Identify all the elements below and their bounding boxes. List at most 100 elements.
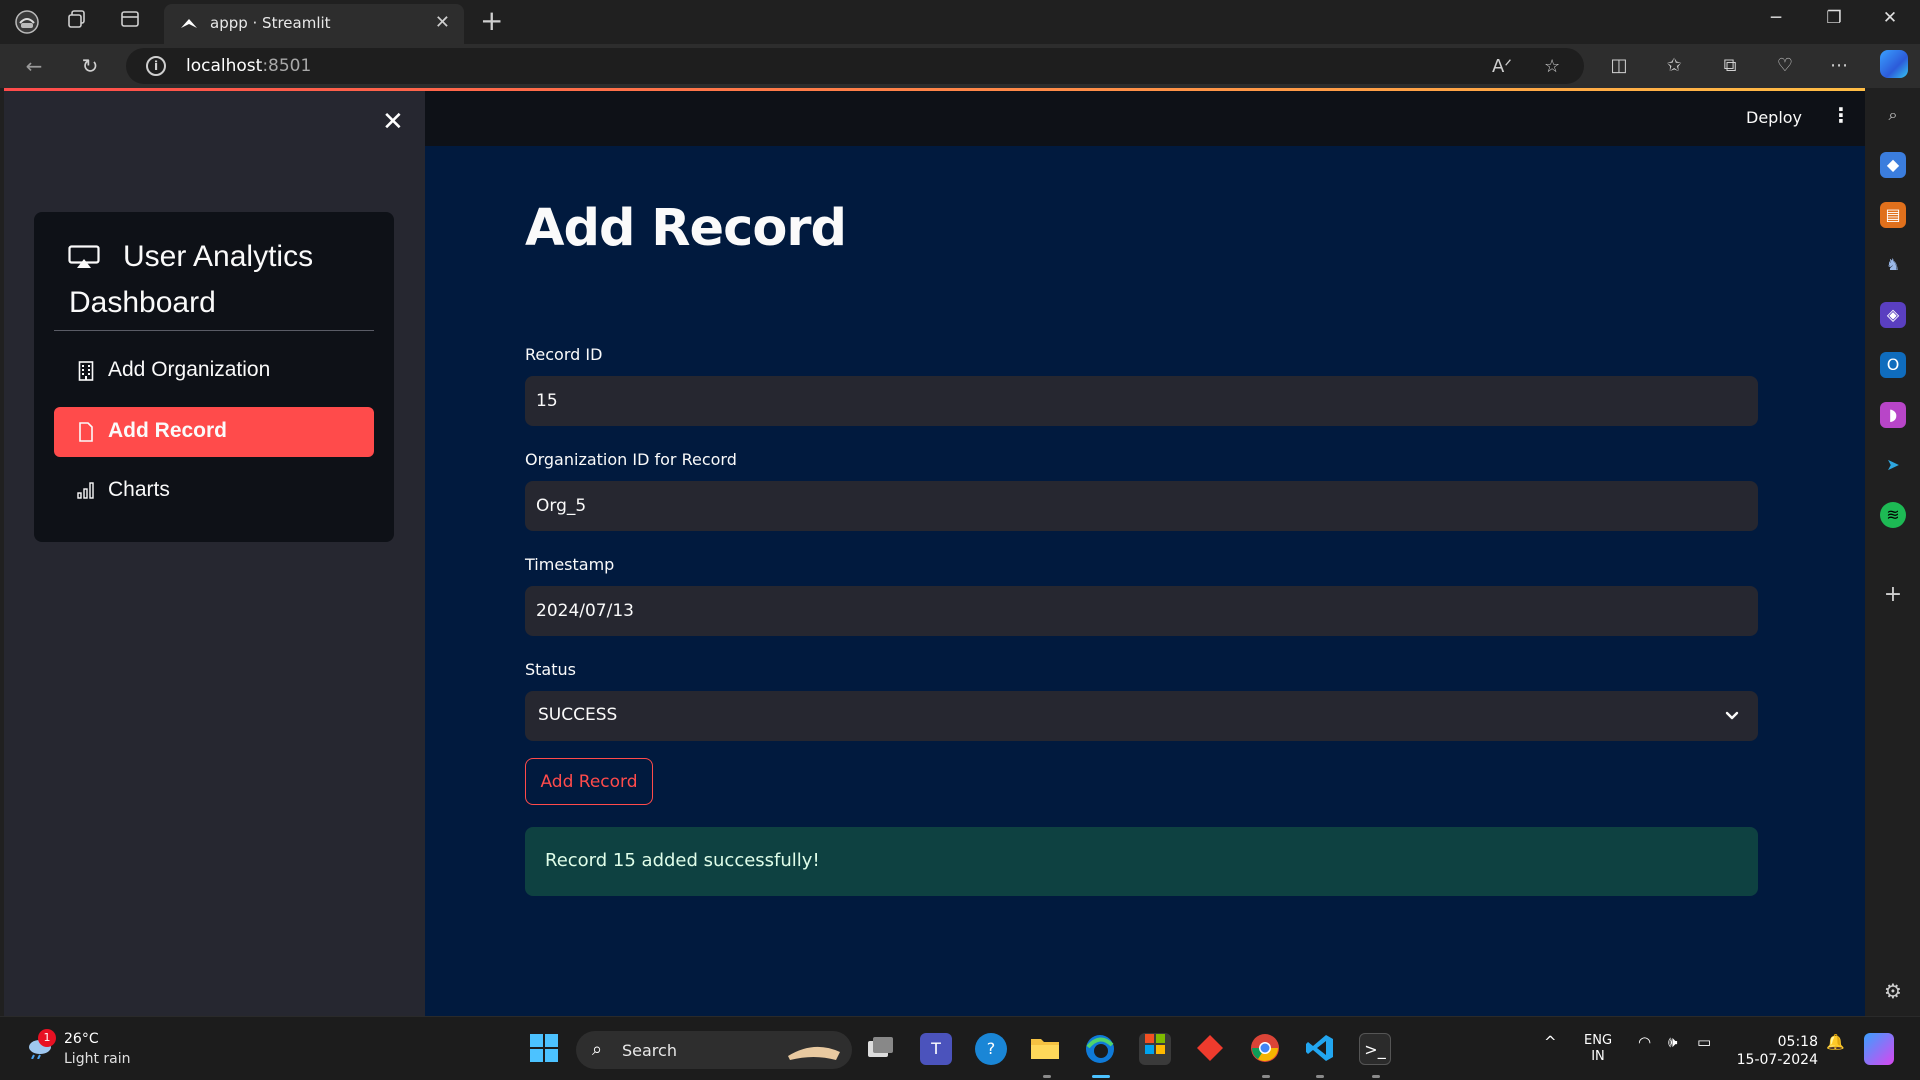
nav-item-add-organization[interactable]: Add Organization [54,346,374,396]
restore-icon[interactable]: ❐ [1822,8,1846,28]
anydesk-icon[interactable] [1194,1033,1226,1065]
status-label: Status [525,660,576,679]
battery-icon[interactable]: ▭ [1697,1033,1711,1051]
refresh-icon[interactable]: ↻ [76,52,104,80]
designer-icon[interactable]: ◗ [1880,402,1906,428]
chrome-icon[interactable] [1249,1033,1281,1065]
running-indicator [1043,1075,1051,1078]
running-indicator [1316,1075,1324,1078]
add-record-button[interactable]: Add Record [525,758,653,805]
search-highlight-icon [788,1046,840,1060]
chevron-down-icon [1725,711,1739,720]
system-clock[interactable]: 05:18 15-07-2024 [1736,1033,1818,1069]
nav-item-label: Add Record [108,419,228,442]
back-icon[interactable]: ← [20,52,48,80]
success-alert: Record 15 added successfully! [525,827,1758,896]
main-menu-icon[interactable]: ⋮ [1831,105,1851,125]
status-selected-value: SUCCESS [538,705,618,725]
chevron-up-icon[interactable]: ^ [1544,1033,1557,1051]
nav-item-charts[interactable]: Charts [54,466,374,516]
tools-icon[interactable]: ▤ [1880,202,1906,228]
sidebar-close-icon[interactable]: ✕ [382,109,404,135]
nav-item-label: Charts [108,478,170,501]
status-select[interactable]: SUCCESS [525,691,1758,741]
browser-toolbar: ← ↻ i localhost:8501 Aᐟ ☆ ◫ ✩ ⧉ ♡ ⋯ [0,44,1920,88]
language-indicator[interactable]: ENG IN [1584,1033,1612,1065]
bar-chart-icon [76,481,96,501]
vertical-tabs-icon[interactable] [117,9,143,35]
favorite-star-icon[interactable]: ☆ [1544,56,1560,77]
active-app-indicator [1092,1075,1110,1078]
file-explorer-icon[interactable] [1029,1033,1061,1065]
tab-title: appp · Streamlit [210,14,331,32]
microsoft-store-icon[interactable] [1139,1033,1171,1065]
read-aloud-icon[interactable]: Aᐟ [1492,56,1512,77]
record-id-label: Record ID [525,345,603,364]
browser-tab-active[interactable]: appp · Streamlit ✕ [164,4,464,44]
more-options-icon[interactable]: ⋯ [1826,53,1852,79]
site-info-icon[interactable]: i [146,56,166,76]
copilot-sidebar-icon[interactable]: ◈ [1880,302,1906,328]
telegram-icon[interactable]: ➤ [1880,452,1906,478]
streamlit-main: Deploy ⋮ Add Record Record ID Organizati… [425,91,1865,1016]
windows-start-icon[interactable] [528,1033,560,1065]
window-close-icon[interactable]: ✕ [1878,8,1902,28]
taskbar-search-box[interactable]: ⌕ Search [576,1031,852,1069]
volume-icon[interactable]: 🕪 [1668,1033,1677,1051]
organization-id-label: Organization ID for Record [525,450,737,469]
outlook-icon[interactable]: O [1880,352,1906,378]
terminal-icon[interactable]: >_ [1359,1033,1391,1065]
windows-taskbar: 1 26°C Light rain ⌕ Search T ? >_ ^ ENG I… [0,1016,1920,1080]
vscode-icon[interactable] [1304,1033,1336,1065]
url-text: localhost:8501 [186,56,312,76]
web-viewport: ✕ User Analytics Dashboard Add Organizat… [4,88,1865,1016]
wifi-icon[interactable]: ◠ [1638,1033,1651,1051]
help-icon[interactable]: ? [975,1033,1007,1065]
shopping-tag-icon[interactable]: ◆ [1880,152,1906,178]
browser-essentials-icon[interactable]: ♡ [1772,53,1798,79]
deploy-button[interactable]: Deploy [1746,108,1802,127]
profile-icon[interactable] [14,9,40,35]
running-indicator [1372,1075,1380,1078]
favorites-icon[interactable]: ✩ [1661,53,1687,79]
streamlit-header: Deploy ⋮ [425,91,1865,146]
browser-tab-strip: appp · Streamlit ✕ + ─ ❐ ✕ [0,0,1920,44]
spotify-icon[interactable]: ≋ [1880,502,1906,528]
minimize-icon[interactable]: ─ [1764,8,1788,28]
new-tab-icon[interactable]: + [480,6,503,36]
games-icon[interactable]: ♞ [1880,252,1906,278]
streamlit-favicon-icon [181,19,197,28]
app-title: User Analytics Dashboard [69,240,314,319]
workspaces-icon[interactable] [64,9,90,35]
weather-condition[interactable]: Light rain [64,1051,131,1067]
search-icon: ⌕ [592,1039,603,1060]
edge-sidebar: ⌕ ◆ ▤ ♞ ◈ O ◗ ➤ ≋ + ⚙ [1866,88,1920,1016]
nav-item-add-record[interactable]: Add Record [54,407,374,457]
notification-bell-icon[interactable]: 🔔 [1826,1033,1845,1051]
teams-icon[interactable]: T [920,1033,952,1065]
address-bar[interactable]: i localhost:8501 Aᐟ ☆ [126,48,1584,84]
search-icon[interactable]: ⌕ [1880,102,1906,128]
weather-temperature[interactable]: 26°C [64,1031,99,1047]
split-screen-icon[interactable]: ◫ [1606,53,1632,79]
timestamp-input[interactable] [525,586,1758,636]
nav-menu: User Analytics Dashboard Add Organizatio… [34,212,394,542]
record-id-input[interactable] [525,376,1758,426]
copilot-icon[interactable] [1880,50,1908,78]
tab-close-icon[interactable]: ✕ [435,12,450,33]
weather-badge: 1 [38,1029,56,1047]
nav-item-label: Add Organization [108,358,271,381]
add-sidebar-app-icon[interactable]: + [1880,582,1906,608]
task-view-icon[interactable] [864,1033,896,1065]
file-icon [76,422,96,442]
settings-gear-icon[interactable]: ⚙ [1880,978,1906,1004]
page-title: Add Record [525,199,847,258]
streamlit-sidebar: ✕ User Analytics Dashboard Add Organizat… [4,91,425,1016]
success-message: Record 15 added successfully! [545,850,820,871]
copilot-taskbar-icon[interactable] [1864,1033,1894,1065]
collections-icon[interactable]: ⧉ [1717,53,1743,79]
edge-browser-icon[interactable] [1084,1033,1116,1065]
running-indicator [1262,1075,1270,1078]
organization-id-input[interactable] [525,481,1758,531]
taskbar-search-label: Search [622,1041,677,1060]
